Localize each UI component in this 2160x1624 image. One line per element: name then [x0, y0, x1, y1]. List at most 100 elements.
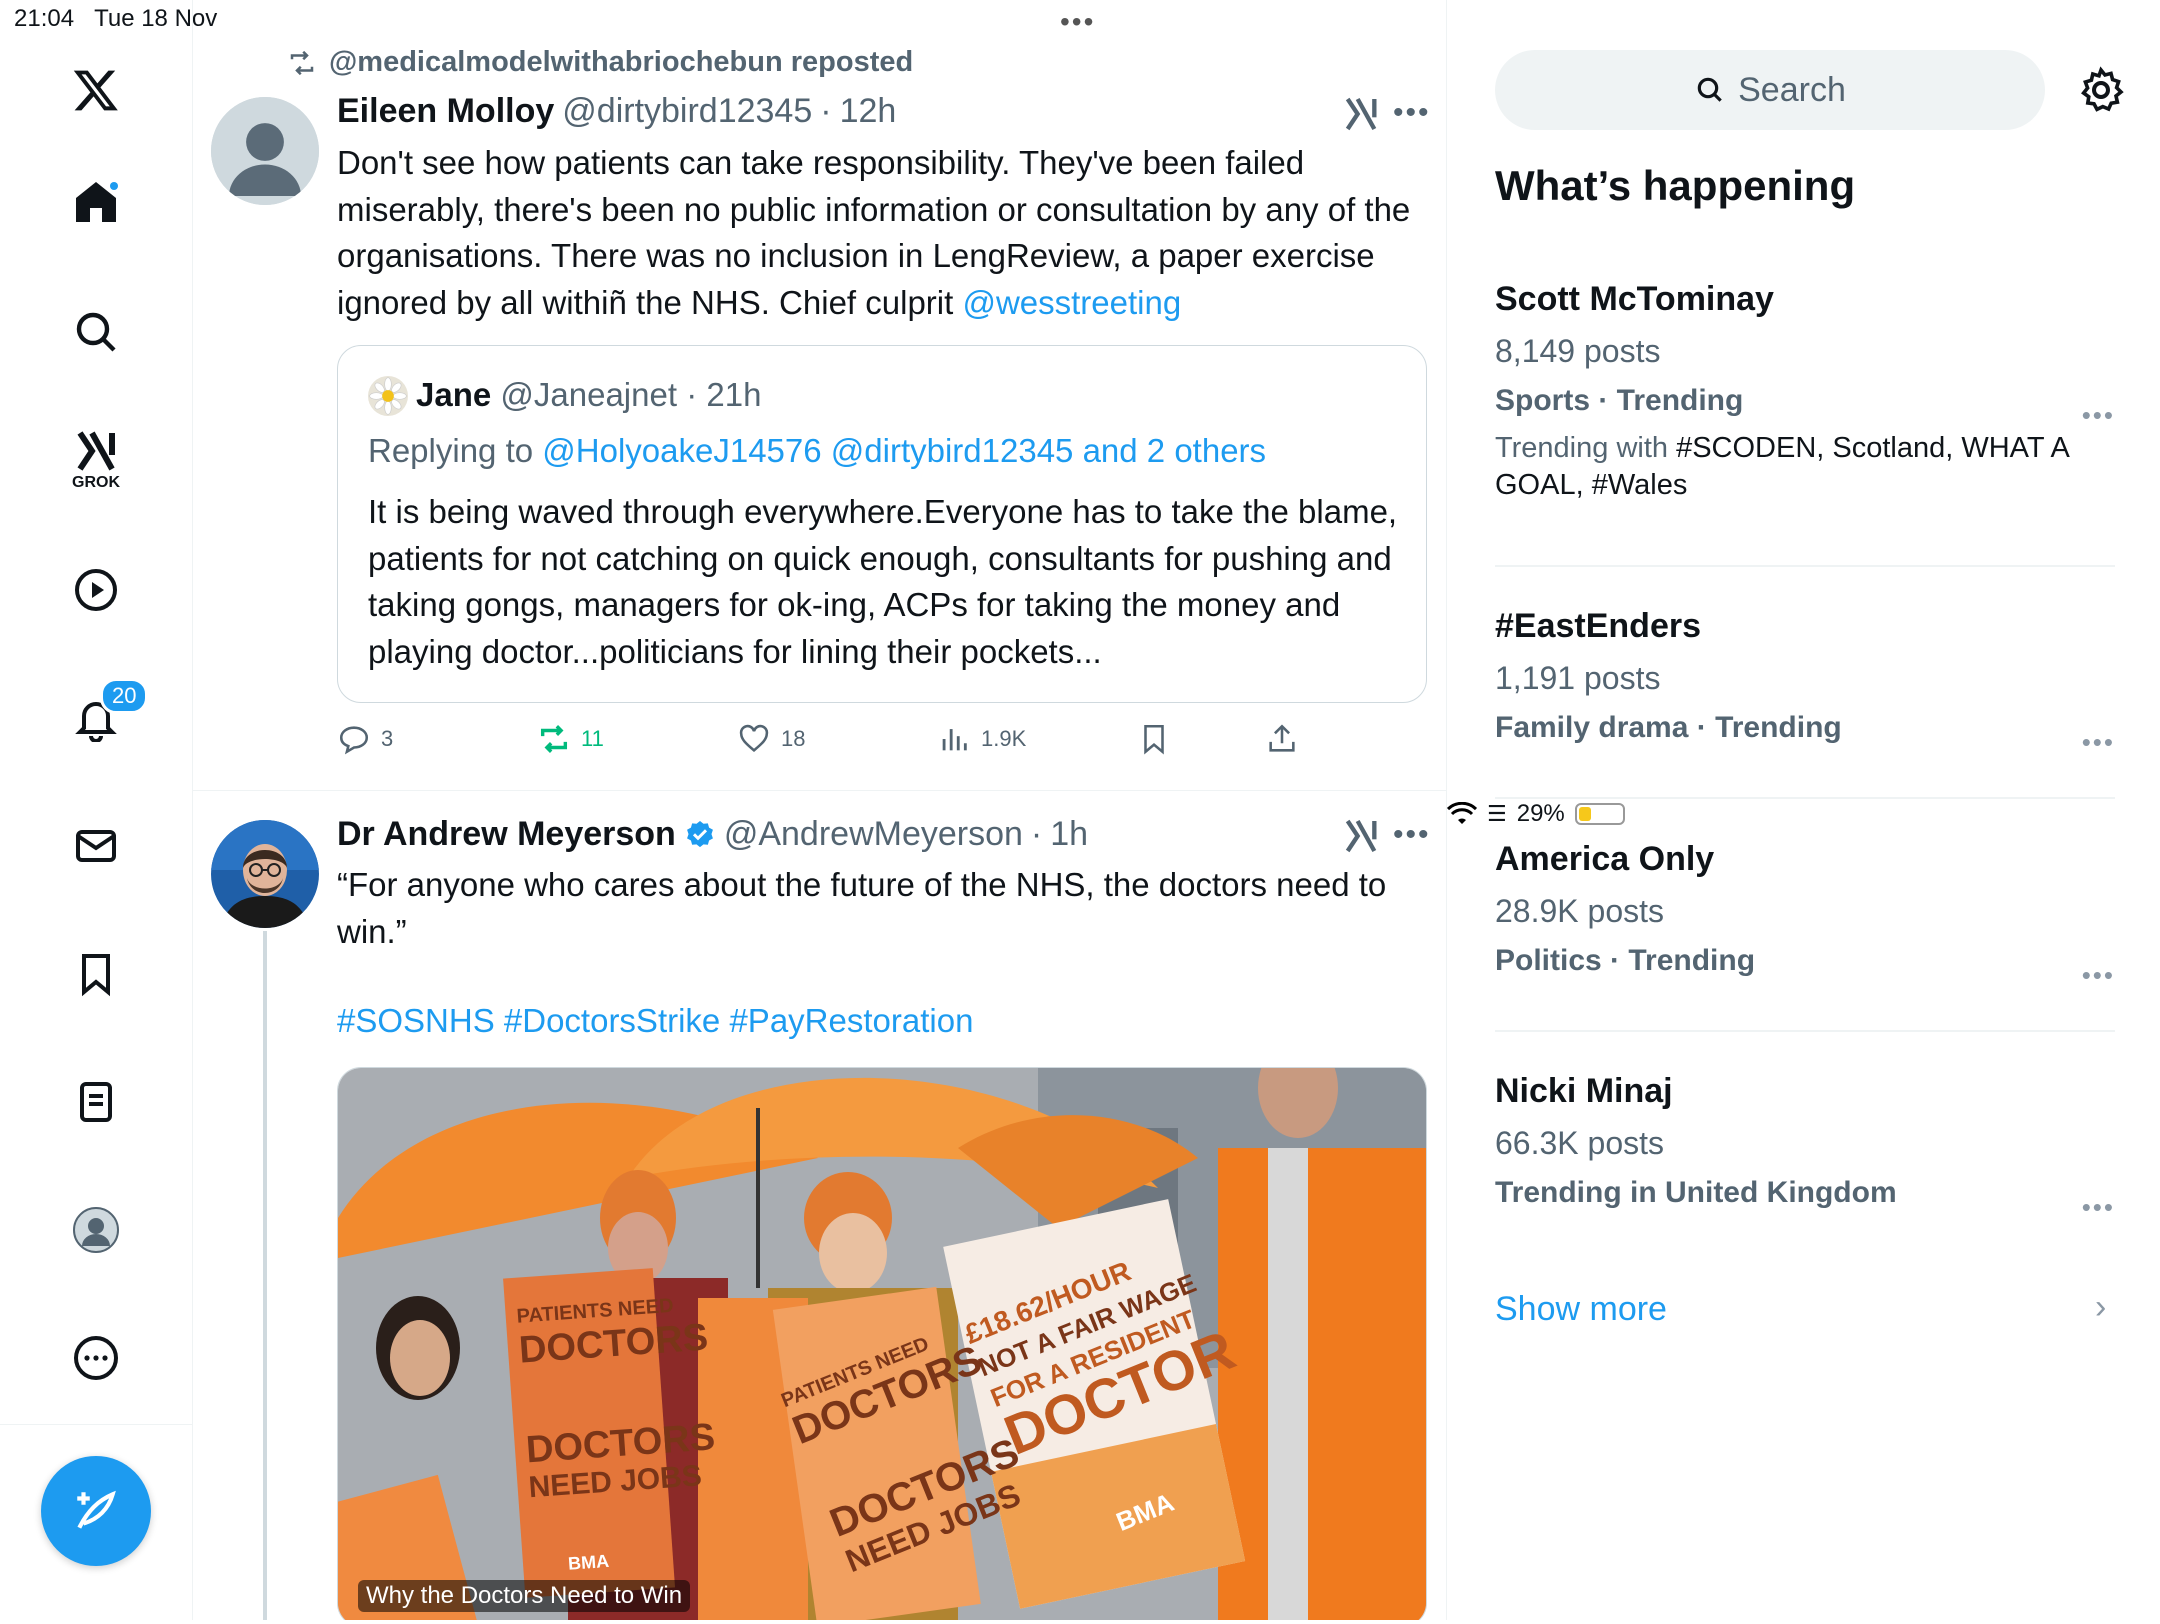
- author-name[interactable]: Dr Andrew Meyerson: [337, 815, 676, 854]
- tweet-time[interactable]: 12h: [840, 92, 897, 131]
- trend-posts: 8,149 posts: [1495, 333, 1661, 369]
- trend-title: #EastEnders: [1495, 607, 1701, 645]
- image-caption: Why the Doctors Need to Win: [358, 1580, 691, 1612]
- bookmark-button[interactable]: [1137, 722, 1171, 756]
- right-sidebar: Search What’s happening Scott McTominay …: [1447, 0, 2160, 1620]
- trend-divider: [1495, 797, 2115, 799]
- author-handle[interactable]: @dirtybird12345: [562, 92, 812, 131]
- like-button[interactable]: 18: [737, 722, 805, 756]
- grok-explain-icon[interactable]: [1341, 94, 1381, 134]
- bookmark-icon: [1144, 724, 1164, 755]
- tweet-header: Eileen Molloy @dirtybird12345 · 12h: [337, 92, 897, 131]
- repost-icon: [290, 50, 314, 75]
- replying-to: Replying to @HolyoakeJ14576 @dirtybird12…: [368, 432, 1267, 469]
- trend-item[interactable]: America Only 28.9K posts Politics · Tren…: [1495, 840, 2115, 990]
- trend-divider: [1495, 565, 2115, 567]
- timeline: @medicalmodelwithabriochebun reposted Ei…: [193, 0, 1447, 1620]
- x-logo-icon[interactable]: [56, 50, 136, 130]
- tweet-time[interactable]: 1h: [1050, 815, 1088, 854]
- views-icon: [942, 729, 967, 751]
- reply-count: 3: [381, 726, 394, 751]
- bookmarks-icon[interactable]: [56, 934, 136, 1014]
- profile-avatar-icon[interactable]: [56, 1190, 136, 1270]
- mention-link[interactable]: @wesstreeting: [962, 284, 1181, 321]
- trend-title: Nicki Minaj: [1495, 1072, 1673, 1110]
- nav-divider: [0, 1424, 192, 1425]
- tweet-image[interactable]: PATIENTS NEED DOCTORS DOCTORS NEED JOBS …: [337, 1067, 1427, 1620]
- more-options-icon[interactable]: •••: [1393, 96, 1431, 130]
- trend-item[interactable]: #EastEnders 1,191 posts Family drama · T…: [1495, 607, 2115, 757]
- quote-avatar: [368, 376, 408, 416]
- quote-header: Jane @Janeajnet · 21h: [416, 376, 762, 413]
- trend-title: Scott McTominay: [1495, 280, 1774, 318]
- trend-posts: 28.9K posts: [1495, 893, 1664, 929]
- home-icon[interactable]: [56, 162, 136, 242]
- trend-posts: 1,191 posts: [1495, 660, 1661, 696]
- replying-to-links[interactable]: @HolyoakeJ14576 @dirtybird12345 and 2 ot…: [542, 432, 1266, 469]
- trend-category: Family drama · Trending: [1495, 711, 1842, 744]
- tweet[interactable]: Dr Andrew Meyerson @AndrewMeyerson · 1h …: [193, 791, 1446, 1620]
- views-button[interactable]: 1.9K: [937, 722, 1026, 756]
- like-count: 18: [781, 726, 806, 751]
- view-count: 1.9K: [981, 726, 1027, 751]
- author-name[interactable]: Eileen Molloy: [337, 92, 554, 131]
- search-placeholder: Search: [1738, 70, 1846, 109]
- quote-author-handle: @Janeajnet: [500, 376, 678, 413]
- settings-gear-icon[interactable]: [2077, 66, 2125, 114]
- verified-badge-icon: [686, 820, 713, 847]
- author-handle[interactable]: @AndrewMeyerson: [724, 815, 1023, 854]
- left-nav: GROK 20: [0, 0, 193, 1620]
- grok-explain-icon[interactable]: [1341, 816, 1381, 856]
- whats-happening-heading: What’s happening: [1495, 162, 1856, 209]
- reply-icon: [339, 726, 369, 755]
- more-options-icon[interactable]: •••: [1393, 818, 1431, 852]
- trend-category: Politics · Trending: [1495, 944, 1756, 977]
- more-icon[interactable]: [56, 1318, 136, 1398]
- chevron-right-icon: ›: [2095, 1288, 2107, 1326]
- search-icon[interactable]: [56, 292, 136, 372]
- tweet-header: Dr Andrew Meyerson @AndrewMeyerson · 1h: [337, 815, 1089, 854]
- trend-more-icon[interactable]: •••: [2082, 727, 2115, 758]
- trend-posts: 66.3K posts: [1495, 1125, 1664, 1161]
- default-avatar-icon: [211, 97, 319, 205]
- repost-icon: [540, 725, 568, 753]
- trend-more-icon[interactable]: •••: [2082, 1192, 2115, 1223]
- tweet[interactable]: @medicalmodelwithabriochebun reposted Ei…: [193, 0, 1446, 790]
- repost-indicator: @medicalmodelwithabriochebun reposted: [285, 46, 913, 79]
- thread-line: [263, 931, 267, 1620]
- messages-icon[interactable]: [56, 806, 136, 886]
- repost-count: 11: [581, 726, 604, 751]
- tweet-text: “For anyone who cares about the future o…: [337, 866, 1387, 950]
- search-input[interactable]: Search: [1495, 50, 2045, 130]
- grok-icon[interactable]: GROK: [56, 420, 136, 500]
- trend-more-icon[interactable]: •••: [2082, 400, 2115, 431]
- repost-by: @medicalmodelwithabriochebun reposted: [329, 46, 914, 78]
- trend-item[interactable]: Scott McTominay 8,149 posts Sports · Tre…: [1495, 280, 2115, 504]
- video-icon[interactable]: [56, 550, 136, 630]
- hashtag-links[interactable]: #SOSNHS #DoctorsStrike #PayRestoration: [337, 998, 1417, 1045]
- trend-title: America Only: [1495, 840, 1715, 878]
- repost-button[interactable]: 11: [537, 722, 604, 756]
- lists-icon[interactable]: [56, 1062, 136, 1142]
- trend-item[interactable]: Nicki Minaj 66.3K posts Trending in Unit…: [1495, 1072, 2115, 1222]
- compose-button[interactable]: [41, 1456, 151, 1566]
- trend-more-icon[interactable]: •••: [2082, 960, 2115, 991]
- share-icon: [1269, 724, 1295, 752]
- share-button[interactable]: [1265, 722, 1299, 756]
- tweet-text: Don't see how patients can take responsi…: [337, 144, 1411, 321]
- trend-category: Sports · Trending: [1495, 384, 1744, 417]
- trend-category: Trending in United Kingdom: [1495, 1176, 1897, 1209]
- heart-icon: [739, 724, 769, 752]
- avatar[interactable]: [211, 820, 319, 928]
- quote-text: It is being waved through everywhere.Eve…: [368, 493, 1398, 670]
- reply-button[interactable]: 3: [337, 722, 393, 756]
- avatar[interactable]: [211, 97, 319, 205]
- show-more-link[interactable]: Show more: [1495, 1290, 1667, 1329]
- notifications-icon[interactable]: 20: [56, 678, 149, 758]
- trend-with: Trending with #SCODEN, Scotland, WHAT A …: [1495, 432, 2069, 501]
- quote-time: 21h: [706, 376, 762, 413]
- search-icon: [1697, 77, 1722, 102]
- author-photo: [211, 820, 319, 928]
- notifications-badge: 20: [100, 678, 149, 714]
- quoted-tweet[interactable]: Jane @Janeajnet · 21h Replying to @Holyo…: [337, 345, 1427, 703]
